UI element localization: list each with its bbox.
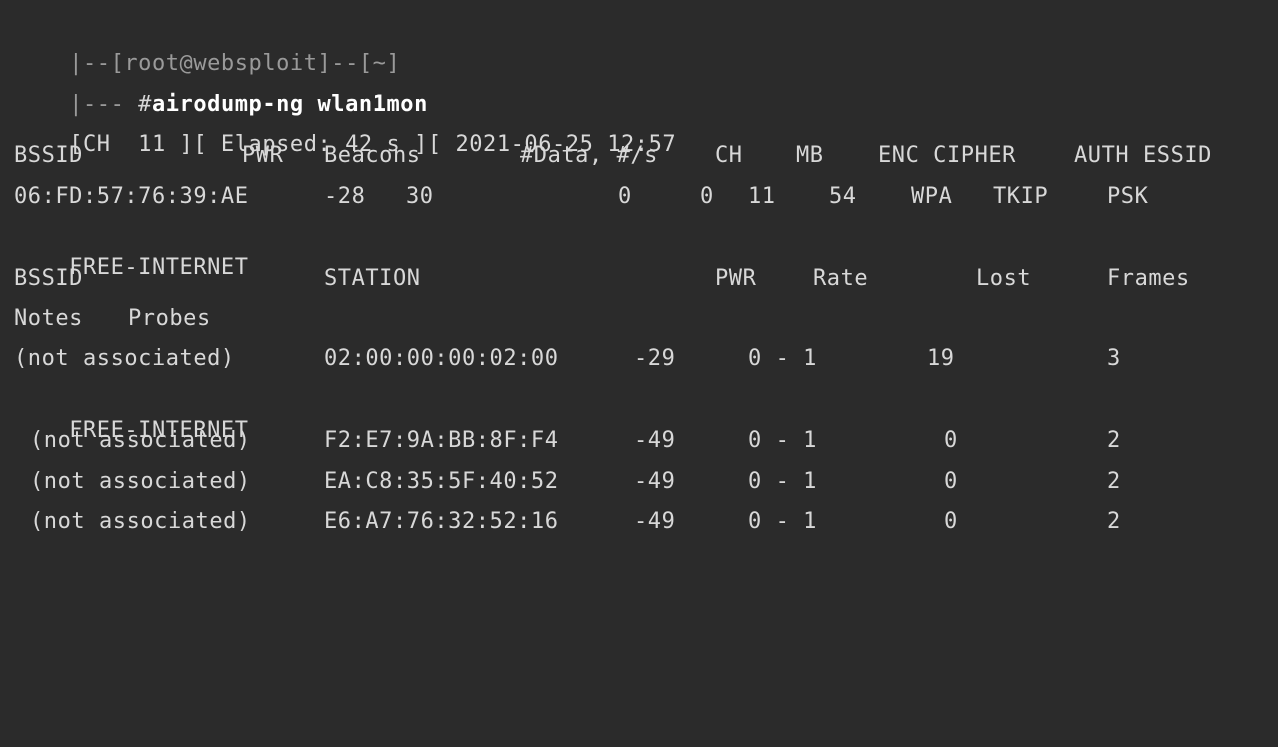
sta-mac: 02:00:00:00:02:00 bbox=[324, 346, 559, 371]
station-table-header-cont: Notes Probes bbox=[14, 304, 1264, 334]
sta-frames: 2 bbox=[1107, 428, 1121, 453]
ap-header-mb: MB bbox=[796, 143, 824, 168]
sta-rate: 0 - 1 bbox=[748, 428, 817, 453]
sta-mac: EA:C8:35:5F:40:52 bbox=[324, 469, 559, 494]
sta-frames: 3 bbox=[1107, 346, 1121, 371]
sta-mac: E6:A7:76:32:52:16 bbox=[324, 509, 559, 534]
sta-mac: F2:E7:9A:BB:8F:F4 bbox=[324, 428, 559, 453]
sta-bssid: (not associated) bbox=[14, 346, 235, 371]
sta-bssid: (not associated) bbox=[30, 428, 251, 453]
sta-header-frames: Frames bbox=[1107, 266, 1190, 291]
ap-essid-line: FREE-INTERNET bbox=[14, 223, 249, 280]
sta-frames: 2 bbox=[1107, 469, 1121, 494]
sta-pwr: -29 bbox=[634, 346, 676, 371]
sta-bssid: (not associated) bbox=[30, 509, 251, 534]
sta-lost: 0 bbox=[944, 509, 958, 534]
prompt-user-line: |--[root@websploit]--[~] bbox=[14, 19, 400, 76]
command-line[interactable]: |--- #airodump-ng wlan1mon bbox=[14, 60, 428, 117]
station-probes-line: FREE-INTERNET bbox=[14, 386, 249, 443]
sta-lost: 0 bbox=[944, 469, 958, 494]
ap-header-data: #Data, #/s bbox=[520, 143, 658, 168]
sta-rate: 0 - 1 bbox=[748, 346, 817, 371]
station-table-header: BSSID STATION PWR Rate Lost Frames bbox=[14, 264, 1264, 294]
sta-header-pwr: PWR bbox=[715, 266, 757, 291]
terminal-window[interactable]: |--[root@websploit]--[~] |--- #airodump-… bbox=[0, 0, 1278, 581]
ap-data: 0 bbox=[618, 184, 632, 209]
sta-bssid: (not associated) bbox=[30, 469, 251, 494]
ap-enc: WPA bbox=[911, 184, 953, 209]
sta-header-bssid: BSSID bbox=[14, 266, 83, 291]
ap-channel: 11 bbox=[748, 184, 776, 209]
sta-pwr: -49 bbox=[634, 469, 676, 494]
ap-row[interactable]: 06:FD:57:76:39:AE -28 30 0 0 11 54 WPA T… bbox=[14, 182, 1264, 212]
status-line: [CH 11 ][ Elapsed: 42 s ][ 2021-06-25 12… bbox=[14, 100, 676, 157]
station-row[interactable]: (not associated) 02:00:00:00:02:00 -29 0… bbox=[14, 344, 1264, 374]
sta-rate: 0 - 1 bbox=[748, 469, 817, 494]
sta-header-lost: Lost bbox=[976, 266, 1032, 291]
sta-header-probes: Probes bbox=[128, 306, 211, 331]
ap-beacons: 30 bbox=[406, 184, 434, 209]
sta-pwr: -49 bbox=[634, 509, 676, 534]
ap-auth: PSK bbox=[1107, 184, 1149, 209]
ap-cipher: TKIP bbox=[993, 184, 1049, 209]
ap-header-enc-cipher: ENC CIPHER bbox=[878, 143, 1016, 168]
ap-pwr: -28 bbox=[324, 184, 366, 209]
sta-header-rate: Rate bbox=[813, 266, 869, 291]
ap-header-ch: CH bbox=[715, 143, 743, 168]
sta-header-station: STATION bbox=[324, 266, 421, 291]
ap-data-rate: 0 bbox=[700, 184, 714, 209]
sta-header-notes: Notes bbox=[14, 306, 83, 331]
ap-header-auth-essid: AUTH ESSID bbox=[1074, 143, 1212, 168]
ap-header-pwr: PWR bbox=[242, 143, 284, 168]
ap-header-bssid: BSSID bbox=[14, 143, 83, 168]
sta-lost: 0 bbox=[944, 428, 958, 453]
station-row[interactable]: (not associated) EA:C8:35:5F:40:52 -49 0… bbox=[14, 467, 1264, 497]
sta-lost: 19 bbox=[927, 346, 955, 371]
ap-mb: 54 bbox=[829, 184, 857, 209]
ap-table-header: BSSID PWR Beacons #Data, #/s CH MB ENC C… bbox=[14, 141, 1264, 171]
sta-pwr: -49 bbox=[634, 428, 676, 453]
station-row[interactable]: (not associated) E6:A7:76:32:52:16 -49 0… bbox=[14, 507, 1264, 537]
ap-bssid: 06:FD:57:76:39:AE bbox=[14, 184, 249, 209]
sta-rate: 0 - 1 bbox=[748, 509, 817, 534]
sta-frames: 2 bbox=[1107, 509, 1121, 534]
station-row[interactable]: (not associated) F2:E7:9A:BB:8F:F4 -49 0… bbox=[14, 426, 1264, 456]
ap-header-beacons: Beacons bbox=[324, 143, 421, 168]
